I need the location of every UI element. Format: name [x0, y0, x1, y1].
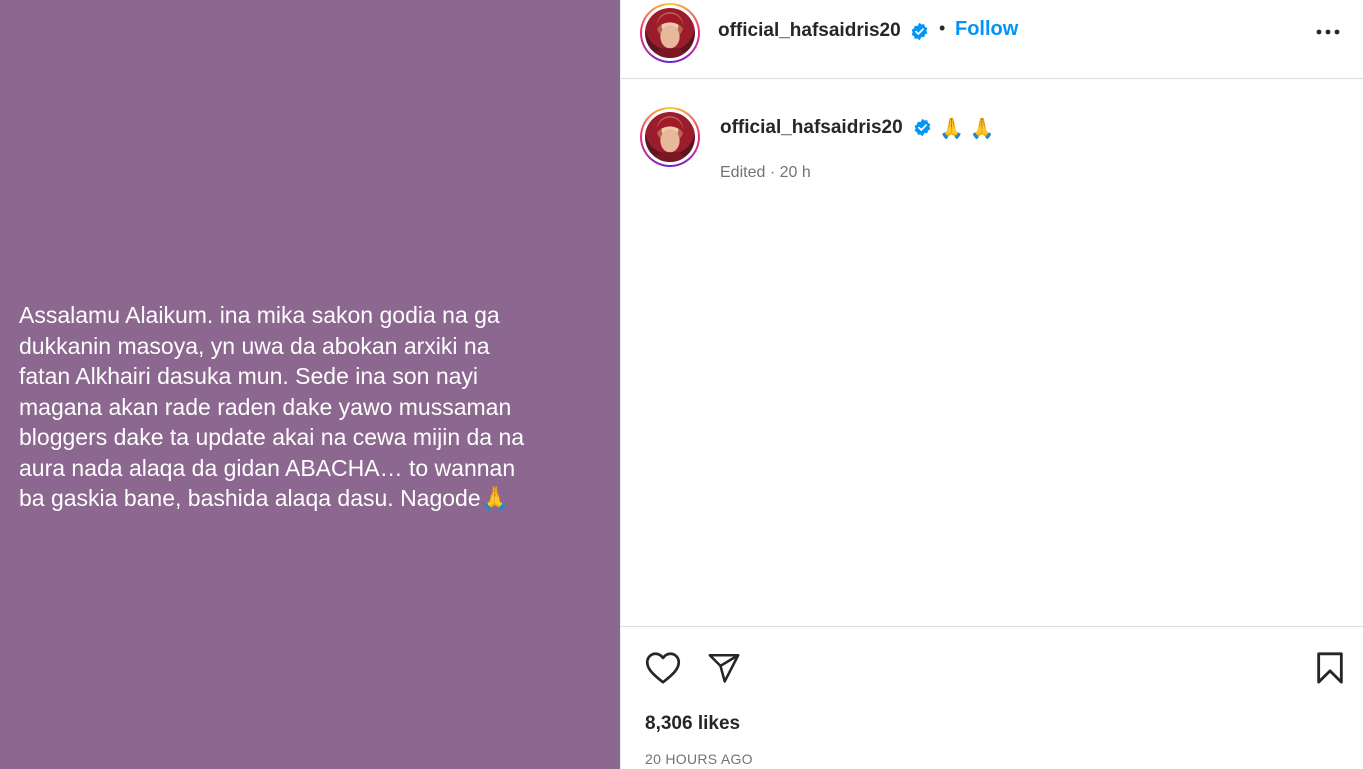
more-horizontal-icon[interactable] [1313, 20, 1343, 44]
verified-badge-icon [911, 22, 928, 41]
post-media: Assalamu Alaikum. ina mika sakon godia n… [0, 0, 620, 769]
caption-verified-badge-icon [914, 118, 931, 137]
likes-count[interactable]: 8,306 likes [645, 713, 740, 735]
caption-meta: Edited · 20 h [720, 164, 811, 181]
caption-text: 🙏🙏 [939, 118, 1001, 140]
avatar[interactable] [640, 3, 700, 63]
caption-avatar[interactable] [640, 107, 700, 167]
post-header: official_hafsaidris20 • Follow [621, 0, 1363, 79]
heart-icon[interactable] [645, 651, 681, 685]
post-footer: 8,306 likes 20 HOURS AGO [621, 626, 1363, 769]
bookmark-icon[interactable] [1314, 651, 1346, 685]
post-timestamp[interactable]: 20 HOURS AGO [645, 751, 753, 767]
caption-username[interactable]: official_hafsaidris20 [720, 117, 903, 139]
header-username[interactable]: official_hafsaidris20 [718, 20, 901, 42]
follow-button[interactable]: Follow [955, 18, 1018, 41]
send-icon[interactable] [707, 651, 741, 685]
post-image-text: Assalamu Alaikum. ina mika sakon godia n… [19, 302, 525, 511]
post-side-panel: official_hafsaidris20 • Follow official_… [620, 0, 1363, 769]
header-separator: • [939, 18, 946, 38]
